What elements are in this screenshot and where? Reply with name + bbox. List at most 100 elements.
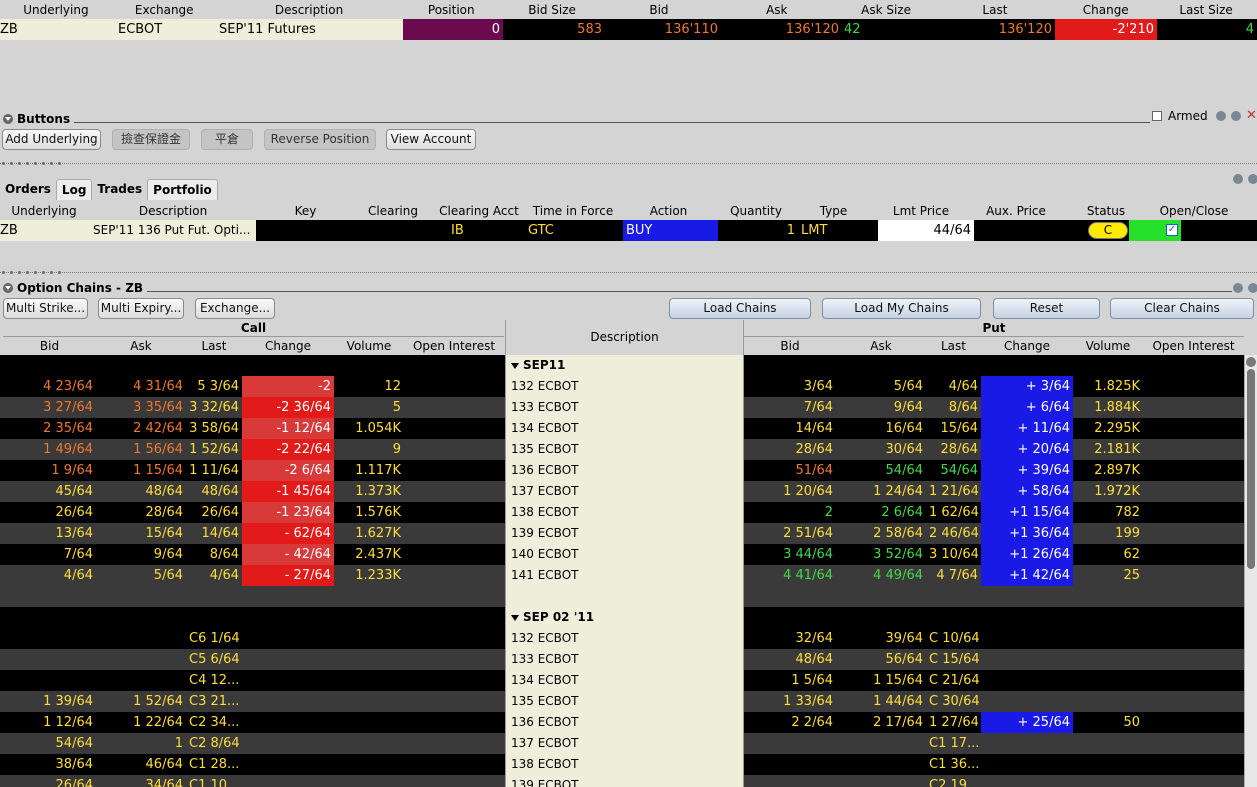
- chain-row[interactable]: C4 12... 134 ECBOT 1 5/64 1 15/64 C 21/64: [0, 670, 1244, 691]
- check-margin-button[interactable]: 撿查保證金: [112, 129, 190, 150]
- chain-row[interactable]: 1 49/64 1 56/64 1 52/64 -2 22/64 9 135 ECBOT 2…: [0, 439, 1244, 460]
- col-quantity[interactable]: Quantity: [716, 204, 796, 218]
- col-lmt-price[interactable]: Lmt Price: [871, 204, 971, 218]
- chain-row[interactable]: 7/64 9/64 8/64- 42/64 2.437K 140 ECBOT 3 44/6…: [0, 544, 1244, 565]
- multi-strike-button[interactable]: Multi Strike...: [3, 298, 88, 319]
- clear-chains-button[interactable]: Clear Chains: [1110, 298, 1254, 319]
- reset-button[interactable]: Reset: [993, 298, 1100, 319]
- chain-row[interactable]: 45/64 48/64 48/64 -1 45/64 1.373K 137 ECBOT 1 …: [0, 481, 1244, 502]
- col-underlying[interactable]: Underlying: [0, 3, 112, 17]
- chain-row[interactable]: C5 6/64 133 ECBOT 48/64 56/64 C 15/64: [0, 649, 1244, 670]
- tab-log[interactable]: Log: [55, 179, 93, 200]
- col-bid[interactable]: Bid: [603, 3, 715, 17]
- vertical-scrollbar[interactable]: [1244, 355, 1257, 787]
- col-clearing[interactable]: Clearing: [353, 204, 433, 218]
- quote-row[interactable]: ZB ECBOT SEP'11 Futures 0 583 136'110 13…: [0, 19, 1257, 40]
- col-last-size[interactable]: Last Size: [1155, 3, 1257, 17]
- col-time-in-force[interactable]: Time in Force: [525, 204, 621, 218]
- col-type[interactable]: Type: [796, 204, 871, 218]
- expand-icon[interactable]: [511, 362, 519, 369]
- settings-icon[interactable]: [1231, 111, 1241, 121]
- buttons-section-header[interactable]: Buttons: [0, 110, 1150, 128]
- expiry-label-cell[interactable]: SEP 02 '11: [505, 607, 744, 628]
- chain-row[interactable]: 13/64 15/64 14/64- 62/64 1.627K 139 ECBOT 2 5…: [0, 523, 1244, 544]
- scroll-up-icon[interactable]: [1246, 357, 1256, 367]
- put-side: C1 17...: [744, 733, 1244, 754]
- chain-row[interactable]: 1 39/64 1 52/64 C3 21... 135 ECBOT 1 33/64 1 …: [0, 691, 1244, 712]
- col-underlying[interactable]: Underlying: [0, 204, 88, 218]
- scrollbar-thumb[interactable]: [1247, 369, 1255, 569]
- expiry-group-header[interactable]: SEP 02 '11: [0, 607, 1244, 628]
- collapse-icon[interactable]: [3, 283, 13, 293]
- col-call-volume[interactable]: Volume: [334, 339, 404, 353]
- detach-icon[interactable]: [1216, 111, 1226, 121]
- chain-row[interactable]: 4/64 5/64 4/64- 27/64 1.233K 141 ECBOT 4 41/6…: [0, 565, 1244, 586]
- col-change[interactable]: Change: [1056, 3, 1155, 17]
- put-pl: 54/64: [940, 463, 978, 478]
- settings-icon[interactable]: [1248, 174, 1257, 184]
- close-position-button[interactable]: 平倉: [201, 129, 253, 150]
- chain-row[interactable]: 2 35/64 2 42/64 3 58/64 -1 12/64 1.054K 134 E…: [0, 418, 1244, 439]
- col-put-open-interest[interactable]: Open Interest: [1143, 339, 1244, 353]
- col-status[interactable]: Status: [1061, 204, 1151, 218]
- add-underlying-button[interactable]: Add Underlying: [2, 129, 101, 150]
- col-exchange[interactable]: Exchange: [112, 3, 217, 17]
- check-icon[interactable]: ✓: [1166, 224, 1178, 236]
- chain-row[interactable]: 1 9/64 1 15/64 1 11/64 -2 6/64 1.117K 136 ECB…: [0, 460, 1244, 481]
- col-ask-size[interactable]: Ask Size: [839, 3, 934, 17]
- order-row[interactable]: ZB SEP'11 136 Put Fut. Opti... IB GTC BU…: [0, 220, 1257, 241]
- col-put-change[interactable]: Change: [981, 339, 1073, 353]
- detach-icon[interactable]: [1233, 174, 1243, 184]
- col-last[interactable]: Last: [934, 3, 1057, 17]
- settings-icon[interactable]: [1248, 283, 1257, 293]
- col-position[interactable]: Position: [401, 3, 501, 17]
- close-icon[interactable]: ✕: [1246, 108, 1257, 123]
- col-description[interactable]: Description: [217, 3, 402, 17]
- col-description[interactable]: Description: [88, 204, 258, 218]
- col-put-ask[interactable]: Ask: [836, 339, 926, 353]
- call-cv: 9: [392, 442, 401, 457]
- col-open-close[interactable]: Open/Close: [1151, 204, 1237, 218]
- collapse-icon[interactable]: [3, 114, 13, 124]
- col-bid-size[interactable]: Bid Size: [501, 3, 603, 17]
- reverse-position-button[interactable]: Reverse Position: [264, 129, 376, 150]
- chain-row[interactable]: 26/64 34/64 C1 10... 139 ECBOT C2 19...: [0, 775, 1244, 787]
- tab-trades[interactable]: Trades: [92, 179, 147, 200]
- col-put-last[interactable]: Last: [926, 339, 981, 353]
- armed-checkbox[interactable]: [1152, 111, 1162, 121]
- col-ask[interactable]: Ask: [715, 3, 839, 17]
- col-put-bid[interactable]: Bid: [744, 339, 836, 353]
- chain-row[interactable]: 38/64 46/64 C1 28... 138 ECBOT C1 36...: [0, 754, 1244, 775]
- load-chains-button[interactable]: Load Chains: [669, 298, 811, 319]
- expiry-group-header[interactable]: SEP11: [0, 355, 1244, 376]
- expiry-label-cell[interactable]: SEP11: [505, 355, 744, 376]
- option-chains-header[interactable]: Option Chains - ZB: [0, 279, 1232, 297]
- order-lmt-price[interactable]: 44/64: [878, 220, 974, 241]
- col-aux-price[interactable]: Aux. Price: [971, 204, 1061, 218]
- col-key[interactable]: Key: [258, 204, 353, 218]
- col-call-change[interactable]: Change: [242, 339, 334, 353]
- chain-row[interactable]: 3 27/64 3 35/64 3 32/64 -2 36/64 5 133 ECBOT 7…: [0, 397, 1244, 418]
- col-call-ask[interactable]: Ask: [96, 339, 186, 353]
- chain-row[interactable]: 1 12/64 1 22/64 C2 34... 136 ECBOT 2 2/64 2 1…: [0, 712, 1244, 733]
- chain-row[interactable]: 54/64 1 C2 8/64 137 ECBOT C1 17...: [0, 733, 1244, 754]
- col-call-last[interactable]: Last: [186, 339, 242, 353]
- expand-icon[interactable]: [511, 614, 519, 621]
- put-poi: [1143, 628, 1244, 649]
- chain-row[interactable]: 26/64 28/64 26/64 -1 23/64 1.576K 138 ECBOT 2 2…: [0, 502, 1244, 523]
- load-my-chains-button[interactable]: Load My Chains: [822, 298, 981, 319]
- col-call-bid[interactable]: Bid: [3, 339, 96, 353]
- col-clearing-acct[interactable]: Clearing Acct: [433, 204, 525, 218]
- tab-portfolio[interactable]: Portfolio: [147, 179, 218, 200]
- tab-orders[interactable]: Orders: [0, 179, 56, 200]
- view-account-button[interactable]: View Account: [386, 129, 476, 150]
- col-call-open-interest[interactable]: Open Interest: [404, 339, 504, 353]
- multi-expiry-button[interactable]: Multi Expiry...: [98, 298, 184, 319]
- splitter-line: [0, 272, 1257, 273]
- detach-icon[interactable]: [1233, 283, 1243, 293]
- chain-row[interactable]: C6 1/64 132 ECBOT 32/64 39/64 C 10/64: [0, 628, 1244, 649]
- col-put-volume[interactable]: Volume: [1073, 339, 1143, 353]
- chain-row[interactable]: 4 23/64 4 31/64 5 3/64 -2 12 132 ECBOT 3/64 5/6…: [0, 376, 1244, 397]
- exchange-button[interactable]: Exchange...: [195, 298, 275, 319]
- col-action[interactable]: Action: [621, 204, 716, 218]
